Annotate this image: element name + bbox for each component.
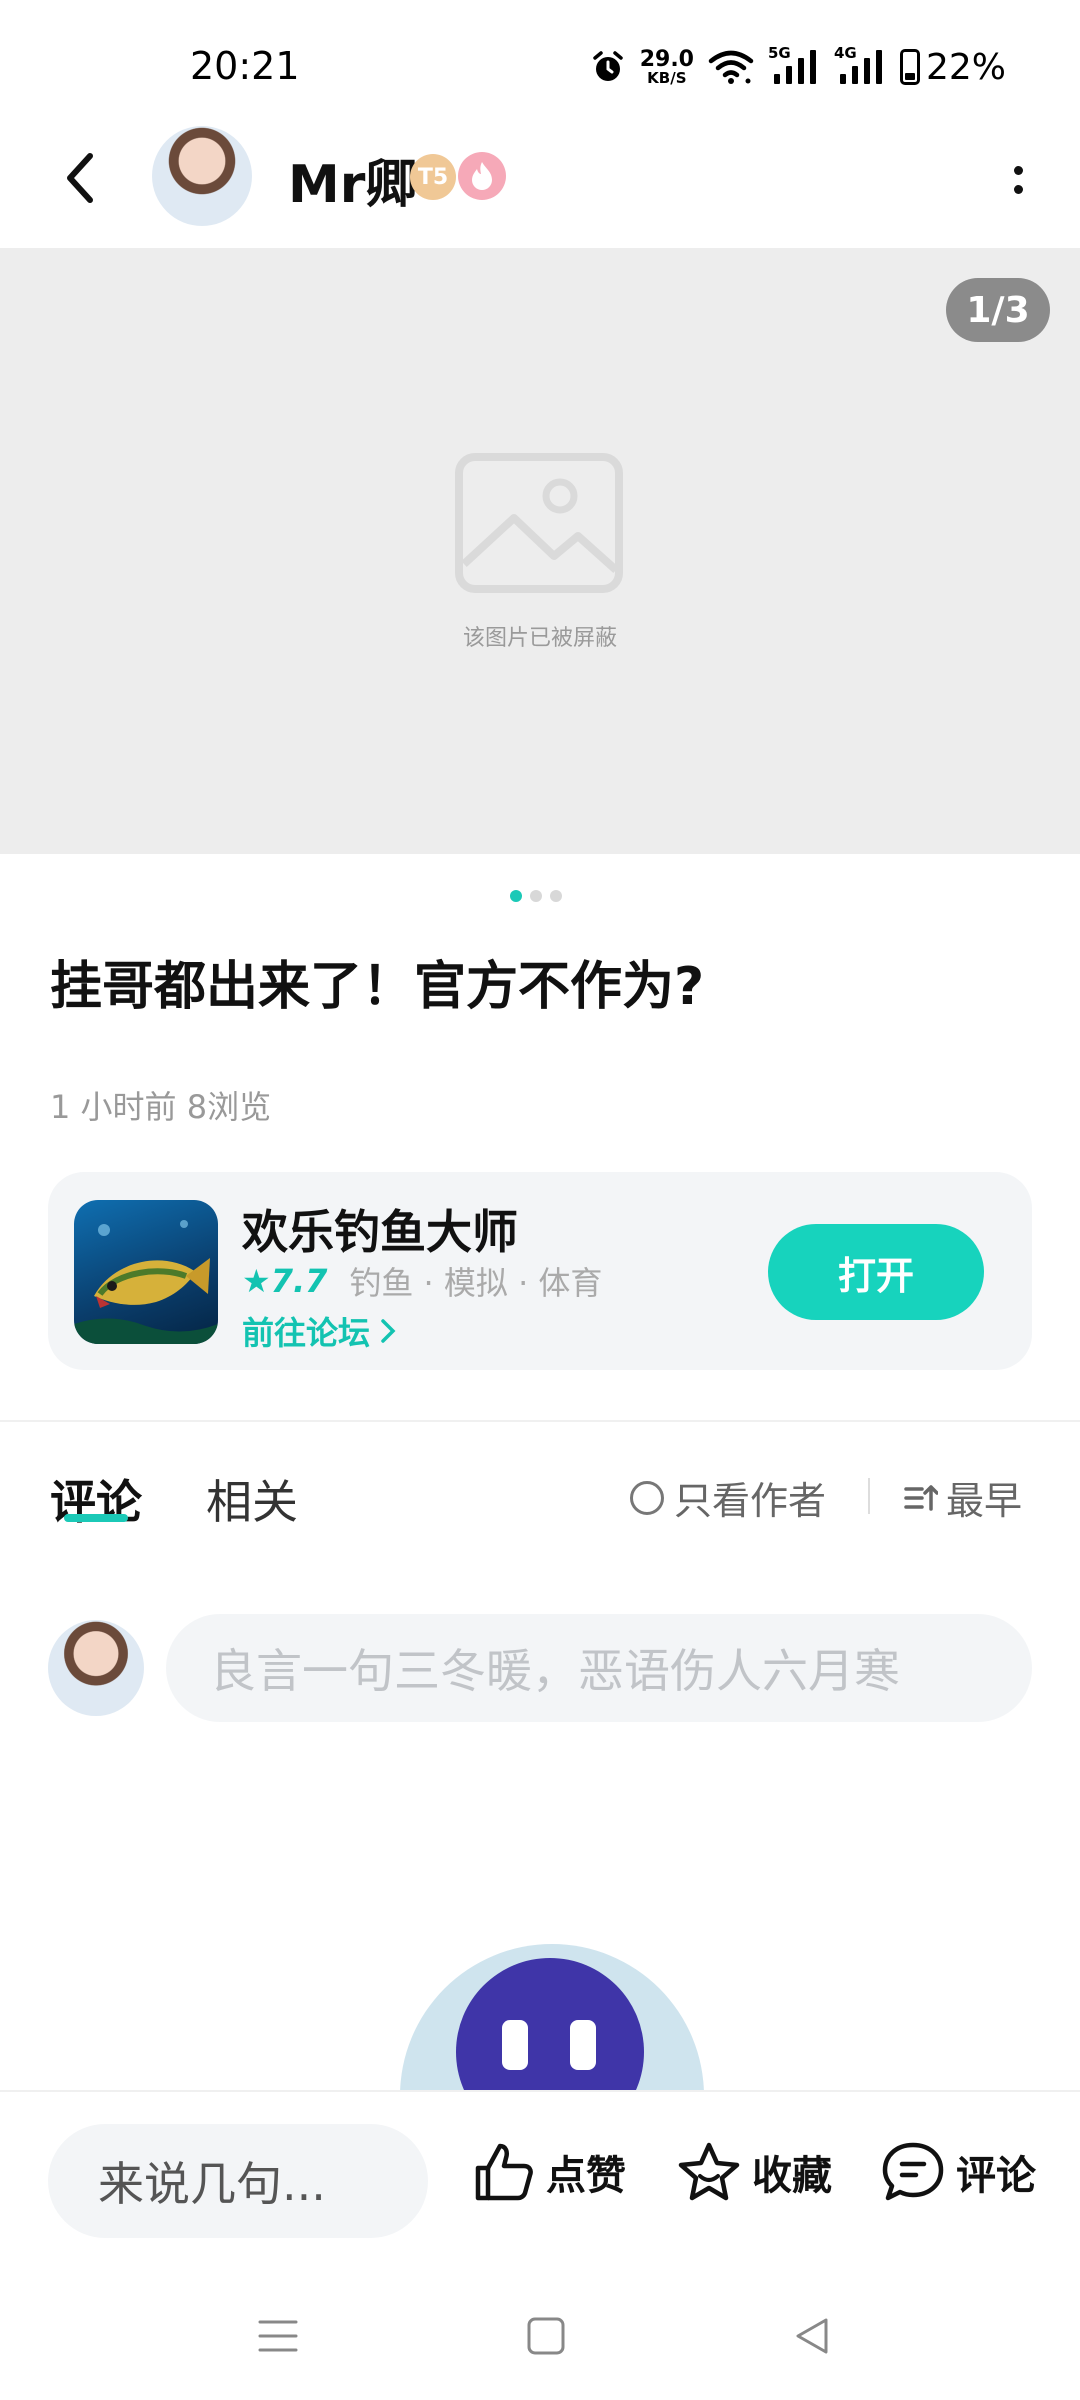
battery-icon [899, 49, 920, 85]
net-speed: 29.0 KB/S [639, 46, 694, 87]
game-tags: 钓鱼 · 模拟 · 体育 [349, 1264, 603, 1302]
signal-5g-icon: 5G [768, 44, 820, 86]
blocked-image-icon [455, 453, 623, 593]
status-bar: 20:21 29.0 KB/S 5G 4G 22% [0, 0, 1080, 120]
tab-related[interactable]: 相关 [206, 1466, 298, 1532]
game-rating: ★7.7 [242, 1262, 328, 1300]
divider [0, 1420, 1080, 1422]
page-dot[interactable] [530, 890, 542, 902]
chevron-right-icon [381, 1319, 396, 1343]
image-counter: 1/3 [946, 278, 1050, 342]
status-time: 20:21 [190, 44, 300, 88]
thumbs-up-icon [475, 2143, 533, 2201]
user-avatar [48, 1620, 144, 1716]
radio-icon [630, 1480, 664, 1515]
sort-button[interactable]: 最早 [904, 1470, 1022, 1525]
bottom-action-bar: 来说几句... 点赞 收藏 评论 [0, 2090, 1080, 2266]
alarm-icon [592, 51, 623, 81]
back-triangle-icon [796, 2318, 828, 2354]
comment-input[interactable]: 良言一句三冬暖，恶语伤人六月寒 [166, 1614, 1032, 1722]
fire-badge-icon [458, 152, 506, 200]
menu-icon [258, 2320, 298, 2352]
comment-button[interactable]: 评论 [880, 2140, 1036, 2204]
game-card[interactable]: 欢乐钓鱼大师 ★7.7 钓鱼 · 模拟 · 体育 前往论坛 打开 [48, 1172, 1032, 1370]
game-icon[interactable] [74, 1200, 218, 1344]
system-nav-bar [0, 2266, 1080, 2400]
author-only-toggle[interactable]: 只看作者 [630, 1470, 826, 1525]
forum-link[interactable]: 前往论坛 [242, 1308, 396, 1354]
wifi-icon [708, 50, 754, 84]
nav-menu-button[interactable] [248, 2306, 308, 2366]
game-rating-row: ★7.7 钓鱼 · 模拟 · 体育 [242, 1258, 602, 1304]
sort-icon [904, 1484, 938, 1511]
star-icon [678, 2142, 740, 2201]
image-gallery[interactable]: 1/3 该图片已被屏蔽 [0, 248, 1080, 854]
open-game-button[interactable]: 打开 [768, 1224, 984, 1320]
more-button[interactable] [988, 150, 1048, 210]
game-name: 欢乐钓鱼大师 [242, 1205, 518, 1259]
tab-active-indicator [64, 1514, 128, 1522]
like-button[interactable]: 点赞 [472, 2140, 626, 2204]
more-icon [1013, 166, 1023, 175]
signal-4g-icon: 4G [834, 44, 886, 86]
tab-comments[interactable]: 评论 [50, 1466, 142, 1532]
post-title: 挂哥都出来了！官方不作为? [50, 957, 705, 1017]
comment-icon [882, 2142, 944, 2201]
author-avatar[interactable] [152, 126, 252, 226]
blocked-image-text: 该图片已被屏蔽 [462, 626, 617, 651]
page-dot[interactable] [550, 890, 562, 902]
reply-input[interactable]: 来说几句... [48, 2124, 428, 2238]
battery: 22% [899, 47, 1006, 88]
back-icon [67, 153, 93, 203]
page-dot-active[interactable] [510, 890, 522, 902]
home-square-icon [527, 2317, 565, 2355]
nav-home-button[interactable] [516, 2306, 576, 2366]
mascot-image [400, 1944, 704, 2090]
post-header: Mr卿 T5 [0, 120, 1080, 248]
level-badge: T5 [410, 154, 456, 200]
back-button[interactable] [44, 142, 116, 214]
gallery-pagination [510, 890, 562, 902]
post-meta: 1 小时前 8浏览 [50, 1088, 272, 1126]
nav-back-button[interactable] [782, 2306, 842, 2366]
author-name[interactable]: Mr卿 [288, 142, 417, 217]
favorite-button[interactable]: 收藏 [676, 2140, 832, 2204]
separator [868, 1478, 870, 1514]
status-icons: 29.0 KB/S 5G 4G 22% [590, 40, 1006, 94]
